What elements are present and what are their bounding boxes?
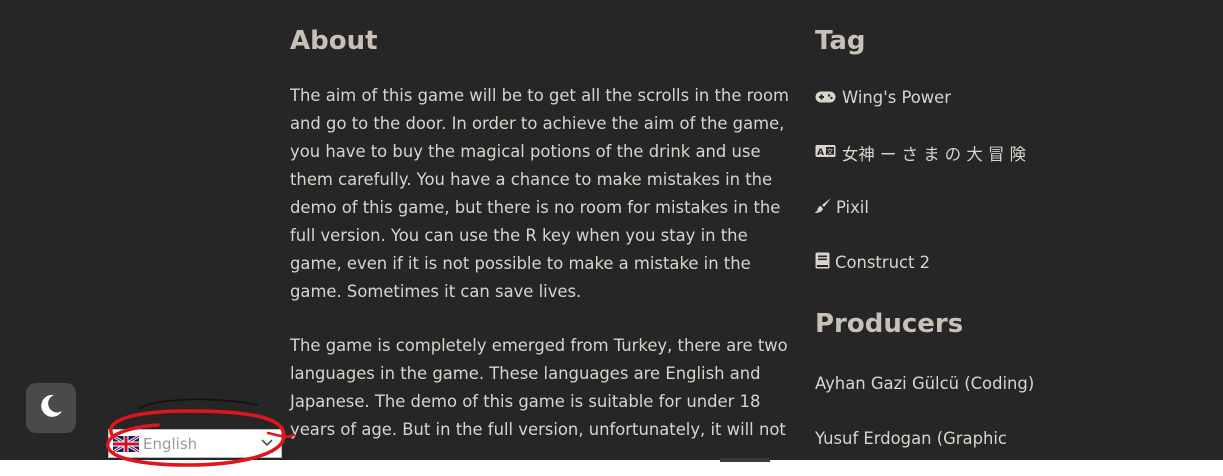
about-section: About The aim of this game will be to ge…: [290, 26, 790, 470]
tag-heading: Tag: [815, 26, 866, 56]
tag-item-engine-brand[interactable]: Wing's Power: [815, 84, 1215, 111]
about-paragraph-2: The game is completely emerged from Turk…: [290, 336, 788, 439]
language-icon: A文: [815, 143, 836, 162]
book-icon: [815, 252, 830, 273]
gamepad-icon: [815, 88, 836, 107]
producer-item: Yusuf Erdogan (Graphic: [815, 429, 1007, 448]
svg-text:文: 文: [827, 147, 834, 156]
chevron-down-icon: [261, 435, 273, 453]
producers-section: Producers Ayhan Gazi Gülcü (Coding) Yusu…: [815, 309, 1215, 452]
about-heading: About: [290, 26, 378, 56]
producer-item: Ayhan Gazi Gülcü (Coding): [815, 374, 1035, 393]
tag-label: Construct 2: [835, 253, 931, 272]
bottom-scroll-marker: [720, 458, 770, 462]
about-paragraph-1: The aim of this game will be to get all …: [290, 86, 790, 301]
svg-text:A: A: [817, 148, 824, 158]
paint-brush-icon: [815, 197, 832, 218]
tag-item-pixil[interactable]: Pixil: [815, 194, 1215, 221]
uk-flag-icon: [112, 434, 140, 453]
moon-icon: [37, 392, 65, 424]
tag-item-construct[interactable]: Construct 2: [815, 249, 1215, 276]
language-selected-label: English: [143, 434, 198, 453]
sidebar: Tag Wing's Power A文 女神 ー さ ま の 大 冒 険 Pix…: [815, 26, 1215, 452]
tag-label: 女神 ー さ ま の 大 冒 険: [842, 144, 1026, 164]
tag-label: Pixil: [836, 198, 869, 217]
producers-heading: Producers: [815, 309, 964, 339]
tag-list: Wing's Power A文 女神 ー さ ま の 大 冒 険 Pixil C…: [815, 84, 1215, 276]
dark-mode-toggle[interactable]: [26, 383, 76, 433]
bottom-bar: [0, 460, 1223, 476]
tag-label: Wing's Power: [842, 88, 952, 107]
tag-item-japanese-title[interactable]: A文 女神 ー さ ま の 大 冒 険: [815, 139, 1215, 166]
language-select[interactable]: English: [108, 429, 282, 458]
